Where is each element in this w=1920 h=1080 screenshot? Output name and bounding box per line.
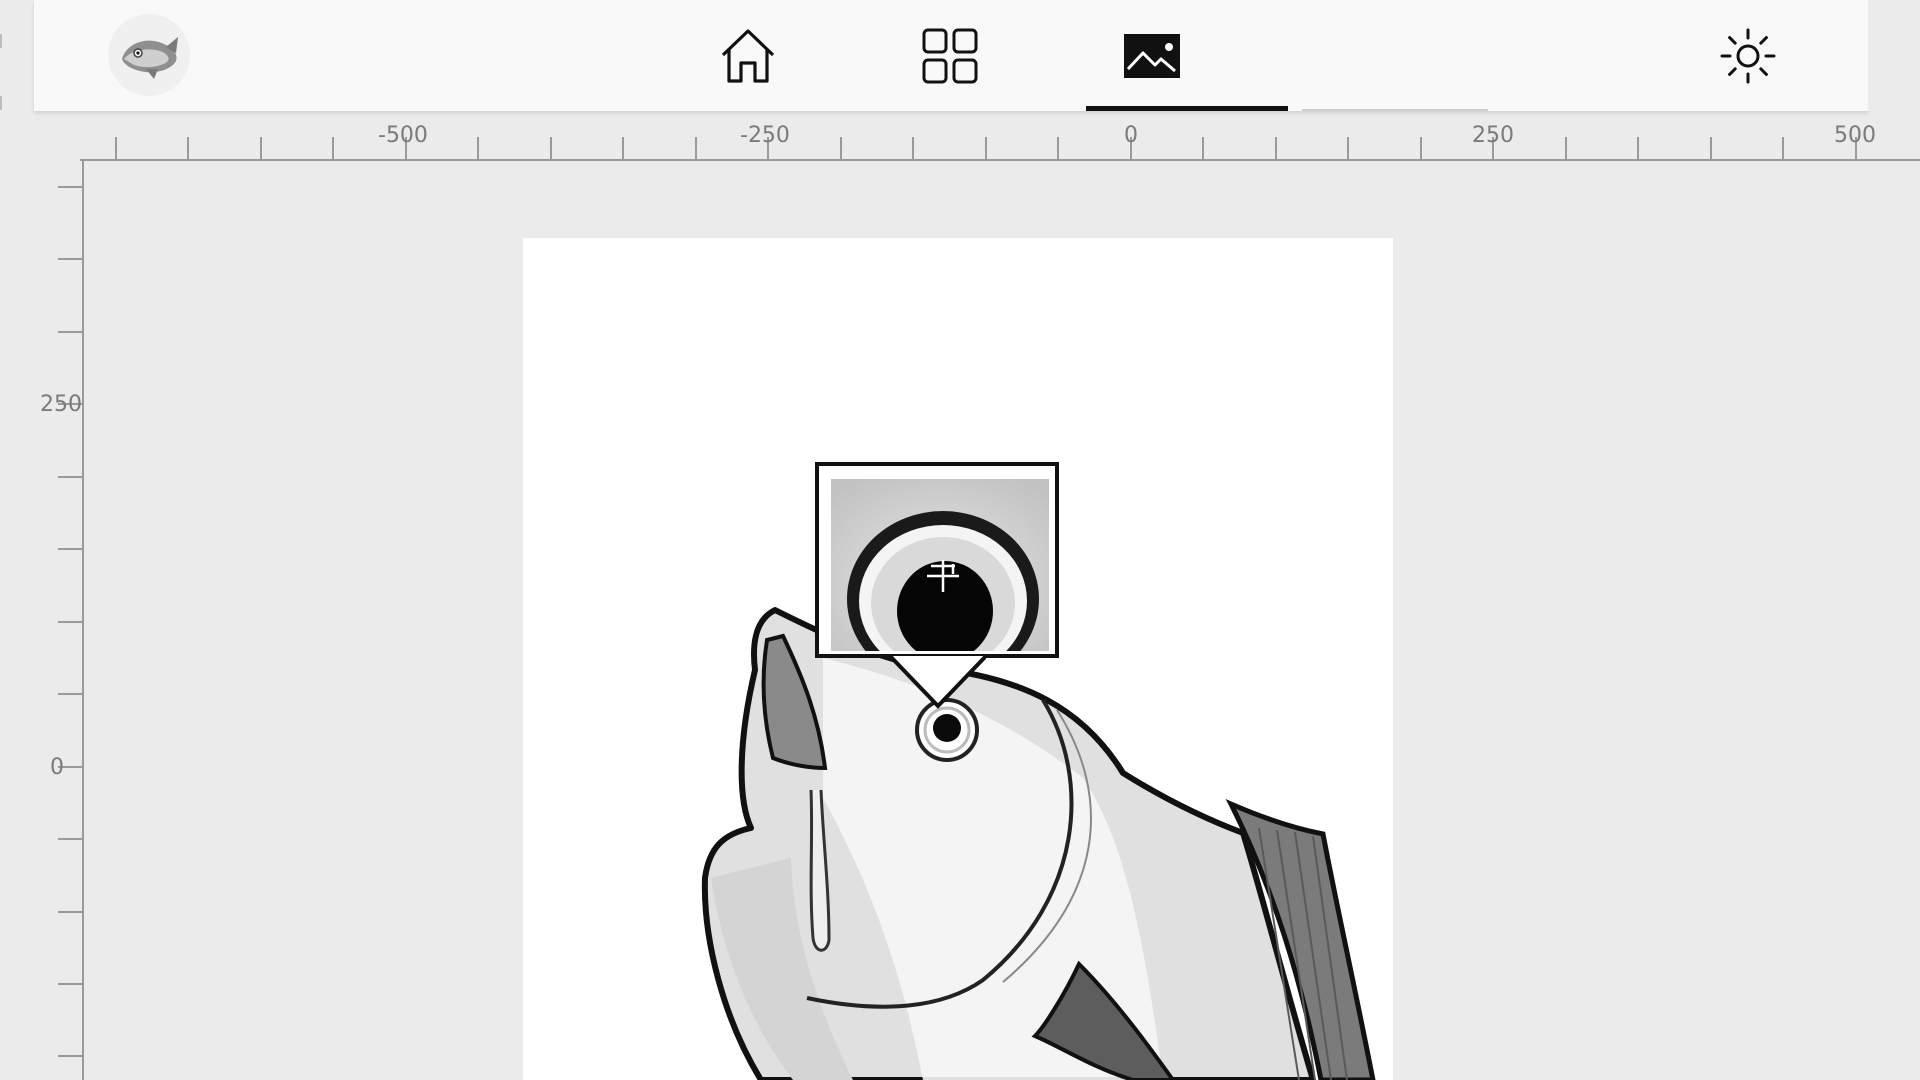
image-button[interactable] xyxy=(1114,18,1190,94)
ruler-tick xyxy=(58,621,82,623)
ruler-label: 250 xyxy=(40,392,82,417)
ruler-tick xyxy=(1202,137,1204,159)
ruler-tick xyxy=(58,548,82,550)
ruler-tick xyxy=(985,137,987,159)
fish-logo-icon[interactable] xyxy=(108,14,190,96)
ruler-tick xyxy=(58,693,82,695)
ruler-tick xyxy=(58,186,82,188)
ruler-tick xyxy=(1275,137,1277,159)
home-icon xyxy=(721,29,775,83)
ruler-label: -250 xyxy=(740,123,790,148)
ruler-label: 250 xyxy=(1472,123,1514,148)
ruler-tick xyxy=(695,137,697,159)
window-gutter xyxy=(1868,0,1920,111)
ruler-tick xyxy=(550,137,552,159)
ruler-tick xyxy=(912,137,914,159)
grid-icon xyxy=(922,28,978,84)
ruler-label: -500 xyxy=(378,123,428,148)
ruler-tick xyxy=(58,983,82,985)
ruler-tick xyxy=(1420,137,1422,159)
ruler-tick xyxy=(1782,137,1784,159)
edge-mark xyxy=(0,96,8,110)
ruler-label: 0 xyxy=(1124,123,1138,148)
home-button[interactable] xyxy=(710,18,786,94)
ruler-tick xyxy=(1347,137,1349,159)
ruler-tick xyxy=(58,911,82,913)
magnifier-pointer xyxy=(890,656,986,709)
ruler-tick xyxy=(58,258,82,260)
magnifier-loupe xyxy=(815,462,1059,658)
ruler-tick xyxy=(1057,137,1059,159)
brightness-button[interactable] xyxy=(1710,18,1786,94)
ruler-label: 0 xyxy=(50,755,64,780)
ruler-tick xyxy=(260,137,262,159)
vertical-ruler[interactable]: 250 0 xyxy=(0,159,84,1080)
crosshair-icon xyxy=(927,560,959,592)
horizontal-ruler[interactable]: -500 -250 0 250 500 xyxy=(80,111,1920,161)
ruler-tick xyxy=(1565,137,1567,159)
ruler-label: 500 xyxy=(1834,123,1876,148)
brightness-icon xyxy=(1720,28,1776,84)
ruler-tick xyxy=(58,331,82,333)
ruler-tick xyxy=(840,137,842,159)
edge-mark xyxy=(0,34,8,48)
ruler-tick xyxy=(58,476,82,478)
top-toolbar xyxy=(34,0,1868,111)
ruler-tick xyxy=(1637,137,1639,159)
ruler-tick xyxy=(115,137,117,159)
ruler-tick xyxy=(187,137,189,159)
ruler-tick xyxy=(58,838,82,840)
ruler-tick xyxy=(477,137,479,159)
ruler-tick xyxy=(1710,137,1712,159)
ruler-tick xyxy=(622,137,624,159)
ruler-tick xyxy=(332,137,334,159)
grid-button[interactable] xyxy=(912,18,988,94)
image-icon xyxy=(1124,34,1180,78)
ruler-tick xyxy=(58,1055,82,1057)
